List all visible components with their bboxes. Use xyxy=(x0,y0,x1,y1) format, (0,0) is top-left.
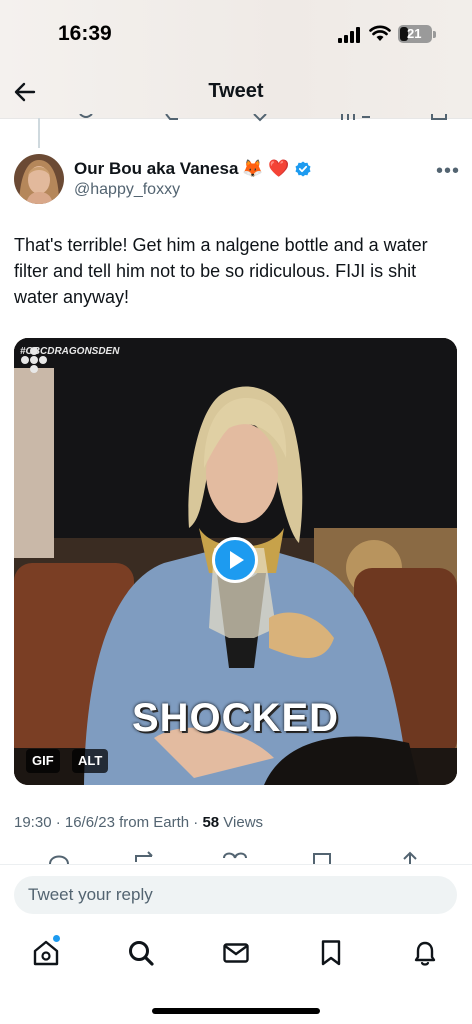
tweet-meta: 19:30 · 16/6/23 from Earth · 58 Views xyxy=(14,814,263,831)
author-name[interactable]: Our Bou aka Vanesa 🦊 ❤️ xyxy=(74,159,311,179)
status-bar: 16:39 21 xyxy=(0,0,472,70)
wifi-icon xyxy=(369,25,391,41)
play-button[interactable] xyxy=(212,537,258,583)
author-display-name: Our Bou aka Vanesa xyxy=(74,159,239,178)
verified-badge-icon xyxy=(295,161,311,177)
previous-tweet-actions xyxy=(79,114,447,122)
home-notification-dot xyxy=(53,935,60,942)
play-icon xyxy=(230,551,244,569)
home-indicator xyxy=(152,1008,320,1014)
author-handle[interactable]: @happy_foxxy xyxy=(74,181,180,199)
gif-badge: GIF xyxy=(26,749,60,773)
watermark: #CBCDRAGONSDEN xyxy=(20,346,119,373)
bottom-tab-bar xyxy=(0,922,472,1024)
thread-connector-line xyxy=(38,118,40,148)
like-icon[interactable] xyxy=(223,852,247,859)
tweet-media-gif[interactable]: #CBCDRAGONSDEN SHOCKED GIF ALT xyxy=(14,338,457,785)
cellular-signal-icon xyxy=(338,27,360,43)
status-time: 16:39 xyxy=(58,22,112,45)
tweet-text: That's terrible! Get him a nalgene bottl… xyxy=(14,235,428,307)
battery-icon: 21 xyxy=(398,25,432,43)
alt-text-badge[interactable]: ALT xyxy=(72,749,109,773)
top-nav: Tweet xyxy=(0,70,472,119)
bookmark-icon[interactable] xyxy=(313,853,331,864)
views-label: Views xyxy=(219,814,264,831)
more-dots-icon[interactable]: ••• xyxy=(436,160,460,183)
messages-icon[interactable] xyxy=(221,938,251,968)
avatar[interactable] xyxy=(14,154,64,204)
tweet-action-bar xyxy=(49,851,417,865)
reply-input[interactable]: Tweet your reply xyxy=(14,876,457,914)
cbc-logo-icon xyxy=(21,347,47,373)
bookmarks-icon[interactable] xyxy=(316,938,346,968)
retweet-icon[interactable] xyxy=(135,851,153,862)
views-count[interactable]: 58 xyxy=(202,814,219,831)
home-icon[interactable] xyxy=(31,938,61,968)
search-icon[interactable] xyxy=(126,938,156,968)
reply-composer: Tweet your reply xyxy=(0,864,472,923)
notifications-icon[interactable] xyxy=(410,938,440,968)
reply-icon[interactable] xyxy=(49,855,69,865)
page-title: Tweet xyxy=(208,80,264,102)
tweet-timestamp: 19:30 · 16/6/23 from Earth · xyxy=(14,814,203,831)
gif-caption: SHOCKED xyxy=(131,696,340,740)
author-name-emojis: 🦊 ❤️ xyxy=(242,159,290,178)
battery-level: 21 xyxy=(407,26,422,41)
share-icon[interactable] xyxy=(403,851,417,864)
